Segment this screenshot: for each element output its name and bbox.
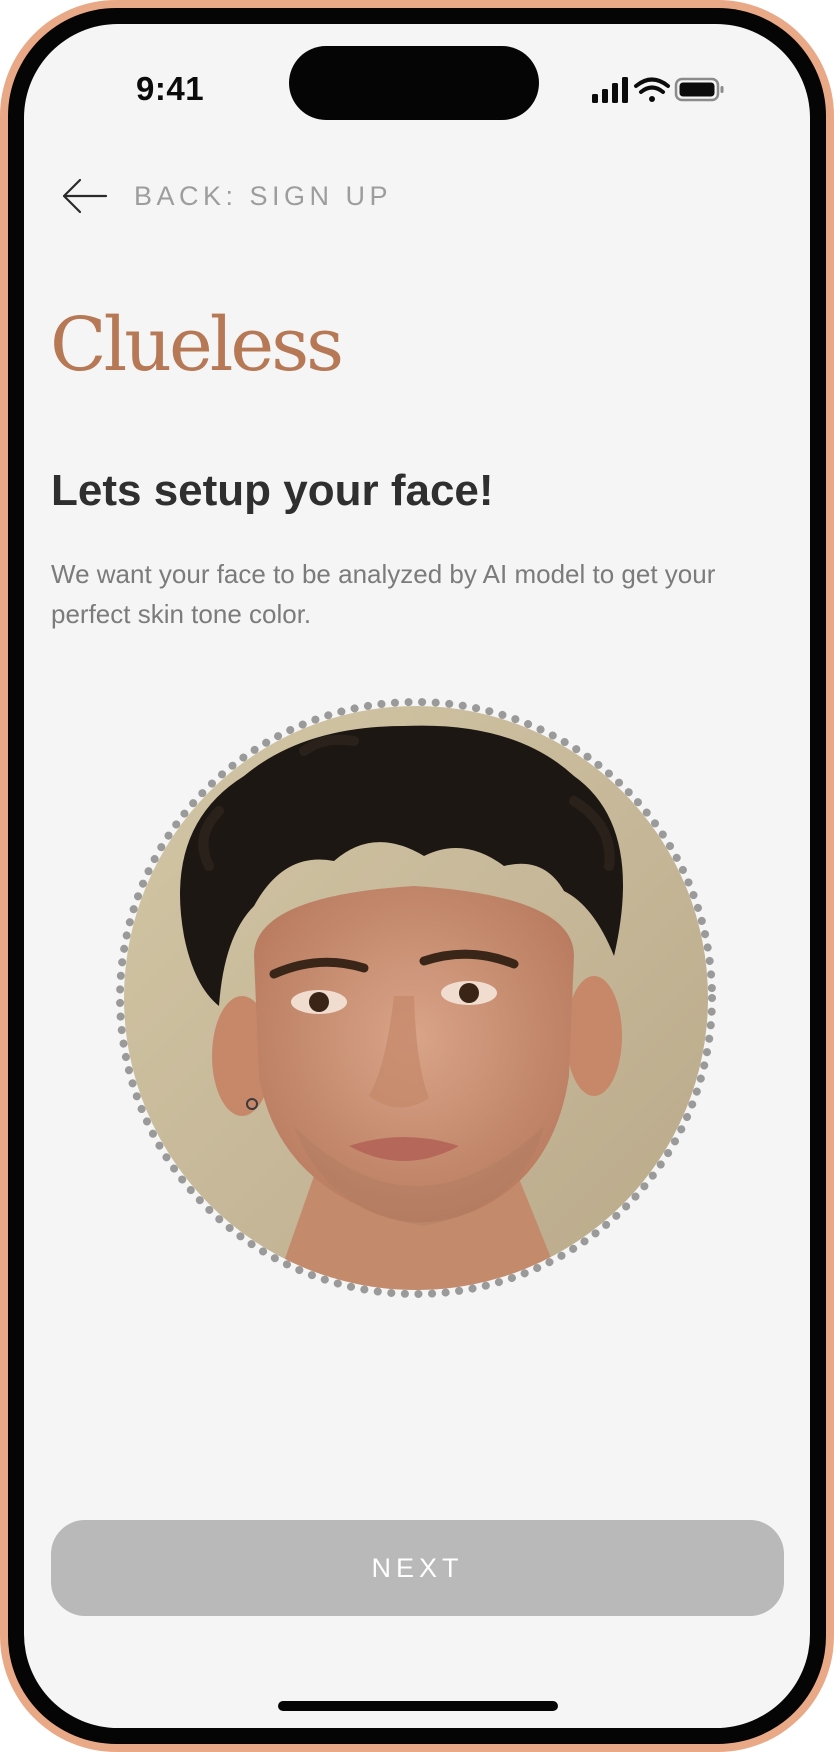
page-subtitle: We want your face to be analyzed by AI m… xyxy=(51,559,716,629)
next-button[interactable]: NEXT xyxy=(51,1520,784,1616)
app-screen: 9:41 BACK: SIGN UP Clueless Lets setup y… xyxy=(24,24,810,1728)
page-title: Lets setup your face! xyxy=(51,466,494,515)
signal-icon xyxy=(592,77,628,103)
home-indicator[interactable] xyxy=(278,1701,558,1711)
dynamic-island xyxy=(289,46,539,120)
wifi-icon xyxy=(634,77,670,102)
face-capture[interactable] xyxy=(116,698,716,1298)
arrow-left-icon xyxy=(62,178,108,214)
back-button[interactable]: BACK: SIGN UP xyxy=(60,168,392,224)
back-label: BACK: SIGN UP xyxy=(134,180,393,211)
status-time: 9:41 xyxy=(136,70,205,107)
brand-logo: Clueless xyxy=(50,302,344,388)
status-icons xyxy=(592,77,724,103)
face-illustration xyxy=(124,706,708,1290)
face-photo xyxy=(124,706,708,1290)
battery-icon xyxy=(674,77,724,102)
